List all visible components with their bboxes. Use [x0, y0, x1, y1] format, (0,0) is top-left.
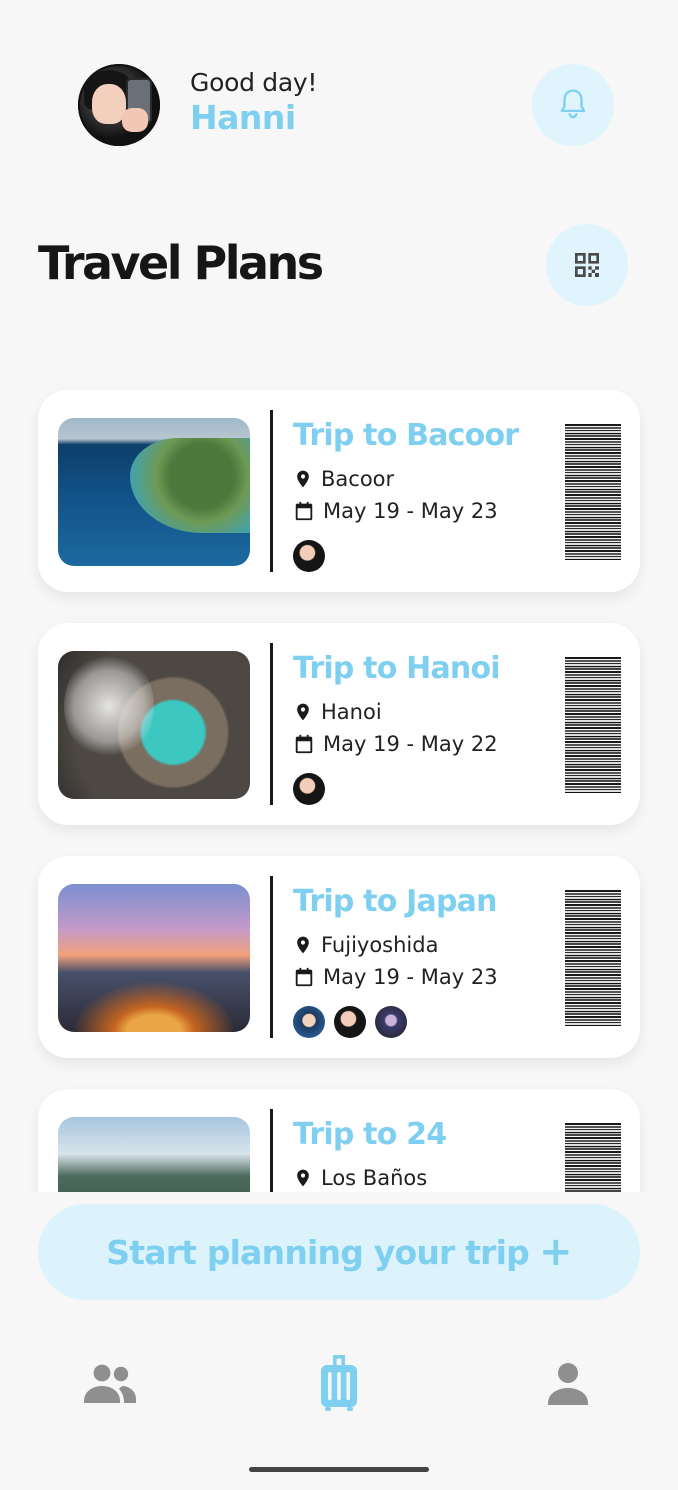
card-divider [270, 410, 273, 572]
trip-location: Fujiyoshida [293, 930, 438, 960]
start-planning-button[interactable]: Start planning your trip + [38, 1204, 640, 1300]
trip-list[interactable]: Trip to Bacoor Bacoor May 19 - May 23 Tr… [0, 372, 678, 1192]
header: Good day! Hanni [0, 0, 678, 200]
people-icon [84, 1364, 136, 1403]
trip-title: Trip to Hanoi [293, 651, 501, 686]
barcode [565, 424, 621, 560]
avatar[interactable] [78, 64, 160, 146]
trip-members [293, 773, 334, 805]
trip-card[interactable]: Trip to Japan Fujiyoshida May 19 - May 2… [38, 856, 640, 1058]
trip-dates: May 19 - May 23 [293, 962, 498, 992]
barcode [565, 1123, 621, 1192]
trip-dates: May 19 - May 22 [293, 729, 498, 759]
calendar-icon [295, 501, 313, 521]
location-pin-icon [297, 936, 309, 954]
trip-location: Bacoor [293, 464, 394, 494]
card-divider [270, 876, 273, 1038]
location-text: Los Baños [321, 1166, 428, 1190]
date-text: May 19 - May 22 [323, 732, 498, 756]
trip-dates: May 19 - May 23 [293, 496, 498, 526]
member-avatar [293, 773, 325, 805]
trip-card[interactable]: Trip to Hanoi Hanoi May 19 - May 22 [38, 623, 640, 825]
person-icon [548, 1363, 588, 1405]
barcode [565, 657, 621, 793]
barcode [565, 890, 621, 1026]
nav-item-profile[interactable] [533, 1348, 603, 1418]
home-indicator[interactable] [249, 1467, 429, 1472]
trip-photo [58, 418, 250, 566]
greeting-text: Good day! [190, 68, 318, 97]
location-pin-icon [297, 1169, 309, 1187]
avatar-face [92, 84, 126, 124]
trip-members [293, 540, 334, 572]
bell-icon [560, 89, 586, 119]
trip-photo [58, 1117, 250, 1192]
member-avatar [375, 1006, 407, 1038]
location-text: Fujiyoshida [321, 933, 439, 957]
location-text: Bacoor [321, 467, 395, 491]
trip-card[interactable]: Trip to 24 Los Baños [38, 1089, 640, 1192]
start-planning-label: Start planning your trip [106, 1232, 529, 1272]
trip-location: Hanoi [293, 697, 382, 727]
date-text: May 19 - May 23 [323, 499, 498, 523]
card-divider [270, 1109, 273, 1192]
card-divider [270, 643, 273, 805]
location-pin-icon [297, 703, 309, 721]
trip-title: Trip to 24 [293, 1117, 447, 1152]
trip-card[interactable]: Trip to Bacoor Bacoor May 19 - May 23 [38, 390, 640, 592]
member-avatar [293, 540, 325, 572]
calendar-icon [295, 967, 313, 987]
trip-title: Trip to Bacoor [293, 418, 519, 453]
qr-code-icon [575, 253, 599, 277]
nav-item-trips[interactable] [304, 1348, 374, 1418]
member-avatar [334, 1006, 366, 1038]
trip-title: Trip to Japan [293, 884, 497, 919]
location-text: Hanoi [321, 700, 382, 724]
location-pin-icon [297, 470, 309, 488]
nav-item-friends[interactable] [75, 1348, 145, 1418]
avatar-hand [122, 108, 148, 132]
page-title: Travel Plans [38, 236, 324, 290]
trip-photo [58, 651, 250, 799]
date-text: May 19 - May 23 [323, 965, 498, 989]
trip-location: Los Baños [293, 1163, 427, 1192]
notification-button[interactable] [532, 64, 614, 146]
member-avatar [293, 1006, 325, 1038]
trip-members [293, 1006, 416, 1038]
bottom-nav [0, 1340, 678, 1440]
calendar-icon [295, 734, 313, 754]
luggage-icon [321, 1355, 357, 1411]
plus-icon: + [538, 1229, 573, 1275]
qr-code-button[interactable] [546, 224, 628, 306]
trip-photo [58, 884, 250, 1032]
user-name: Hanni [190, 98, 296, 137]
